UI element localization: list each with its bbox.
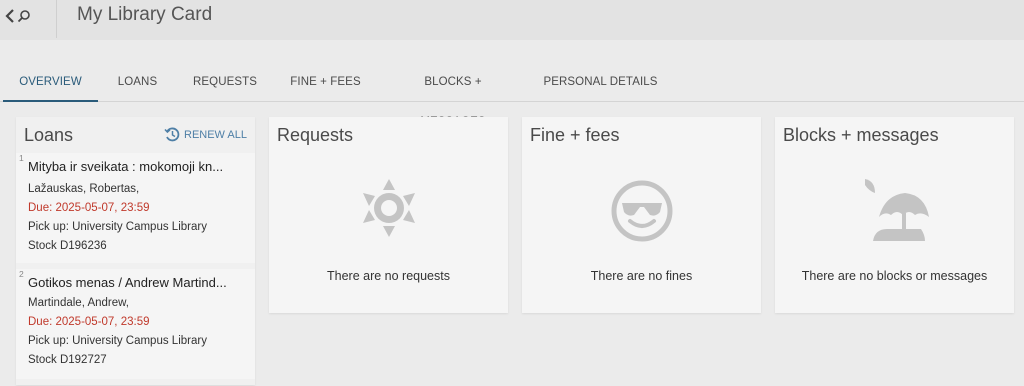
tab-overview[interactable]: OVERVIEW [3, 62, 98, 102]
tab-bar: OVERVIEW LOANS REQUESTS FINE + FEES BLOC… [0, 62, 1024, 128]
search-icon [17, 10, 30, 23]
sunglasses-face-icon [611, 180, 673, 242]
beach-umbrella-icon [865, 179, 929, 241]
back-search-button[interactable] [4, 2, 44, 30]
fines-card: Fine + fees There are no fines [522, 117, 761, 313]
loan-due-date: Due: 2025-05-07, 23:59 [28, 316, 150, 328]
loan-number: 2 [19, 269, 24, 279]
loan-title[interactable]: Gotikos menas / Andrew Martind... [28, 275, 243, 290]
tab-loans[interactable]: LOANS [110, 62, 165, 102]
loan-number: 1 [19, 153, 24, 163]
loan-author: Martindale, Andrew, [28, 297, 130, 309]
loan-stock: Stock D192727 [28, 354, 107, 366]
loan-pickup: Pick up: University Campus Library [28, 335, 207, 347]
loan-stock: Stock D196236 [28, 240, 107, 252]
tab-personal-details[interactable]: PERSONAL DETAILS [543, 62, 658, 102]
top-bar-divider [56, 0, 57, 38]
chevron-left-icon [5, 9, 14, 23]
loans-card: Loans RENEW ALL 1 Mityba ir sveikata : m… [16, 117, 255, 385]
blocks-empty-text: There are no blocks or messages [801, 269, 988, 283]
loan-pickup: Pick up: University Campus Library [28, 221, 207, 233]
renew-all-label: RENEW ALL [184, 128, 247, 141]
requests-card: Requests There are no requests [269, 117, 508, 313]
blocks-card: Blocks + messages There are no blocks or… [775, 117, 1014, 313]
loan-author: Lažauskas, Robertas, [28, 183, 140, 195]
fines-empty-text: There are no fines [590, 269, 693, 283]
requests-title[interactable]: Requests [277, 125, 353, 146]
renew-clock-icon [164, 127, 180, 142]
tab-fine-fees[interactable]: FINE + FEES [288, 62, 363, 102]
requests-empty-text: There are no requests [327, 269, 450, 283]
loan-due-date: Due: 2025-05-07, 23:59 [28, 202, 150, 214]
tab-blocks-messages[interactable]: BLOCKS + MESSAGES [392, 62, 514, 128]
loan-item[interactable]: 2 Gotikos menas / Andrew Martind... Mart… [16, 269, 255, 379]
top-bar: My Library Card [0, 0, 1024, 40]
blocks-title[interactable]: Blocks + messages [783, 125, 939, 146]
loan-item[interactable]: 1 Mityba ir sveikata : mokomoji kn... La… [16, 153, 255, 263]
fines-title[interactable]: Fine + fees [530, 125, 620, 146]
tab-requests[interactable]: REQUESTS [190, 62, 260, 102]
sun-icon [363, 179, 415, 237]
renew-all-button[interactable]: RENEW ALL [164, 126, 247, 143]
loan-title[interactable]: Mityba ir sveikata : mokomoji kn... [28, 159, 243, 174]
loans-title[interactable]: Loans [24, 125, 73, 146]
page-title: My Library Card [77, 4, 213, 25]
